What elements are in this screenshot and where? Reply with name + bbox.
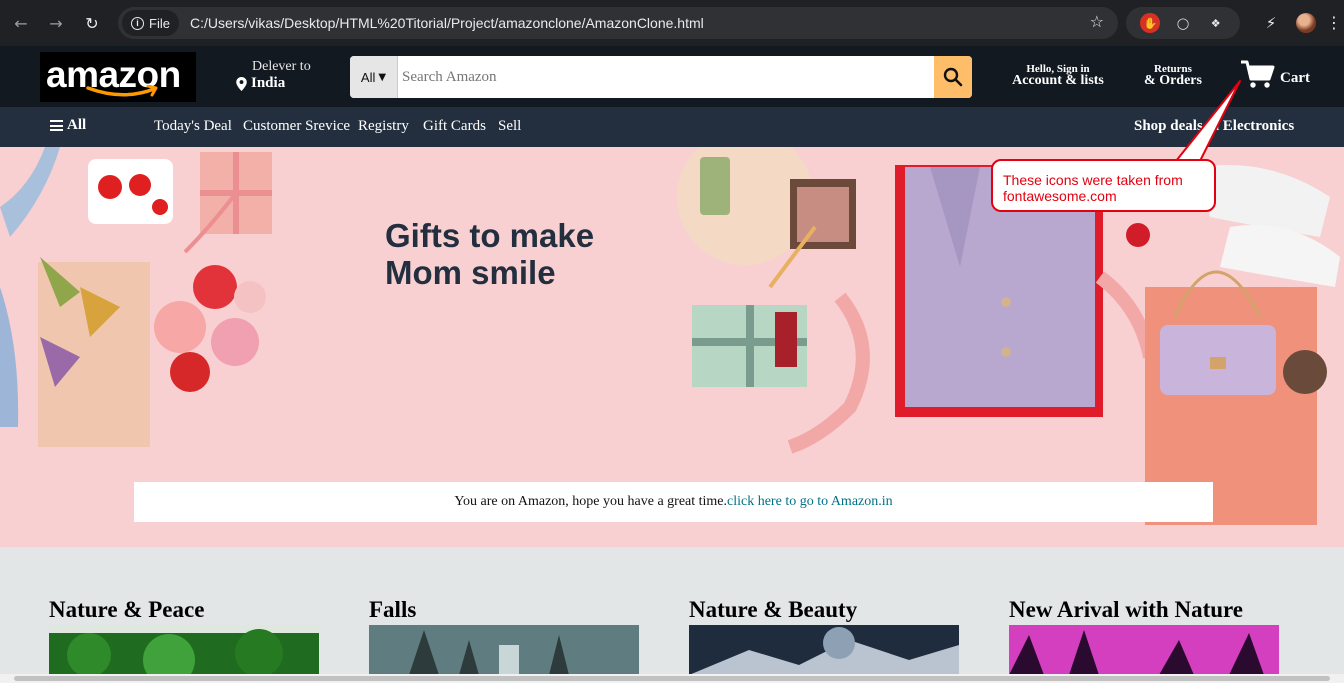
deliver-label: Delever to (252, 59, 311, 74)
card-title: New Arival with Nature (1009, 597, 1244, 622)
scrollbar-thumb[interactable] (14, 676, 1330, 681)
shoe-shape (0, 147, 60, 237)
address-bar[interactable]: i File C:/Users/vikas/Desktop/HTML%20Tit… (118, 7, 1118, 39)
bookmark-star-icon[interactable]: ☆ (1090, 12, 1104, 31)
hamburger-icon (50, 120, 63, 131)
site-info-chip[interactable]: i File (122, 10, 179, 36)
performance-icon[interactable]: ⚡ (1260, 12, 1282, 34)
horizontal-scrollbar[interactable] (0, 674, 1344, 683)
nav-link-registry[interactable]: Registry (358, 118, 409, 135)
reload-icon[interactable]: ↻ (80, 11, 104, 35)
card-image-forest[interactable] (49, 625, 319, 675)
search-button[interactable] (934, 56, 972, 98)
back-arrow-icon[interactable]: ← (9, 11, 33, 35)
card-nature-beauty[interactable]: Nature & Beauty (689, 597, 959, 675)
menu-dots-icon[interactable]: ⋮ (1326, 13, 1342, 32)
card-nature-peace[interactable]: Nature & Peace (49, 597, 319, 675)
puzzle-extensions-icon[interactable]: ❖ (1206, 13, 1226, 33)
sub-navigation: All Today's Deal Customer Srevice Regist… (0, 107, 1344, 147)
amazon-logo[interactable]: amazon (40, 52, 196, 102)
search-bar: All ▼ (350, 56, 972, 98)
nav-link-todays-deal[interactable]: Today's Deal (154, 118, 232, 135)
card-title: Nature & Beauty (689, 597, 858, 622)
callout-pointer (1175, 80, 1241, 162)
map-pin-icon (236, 76, 247, 91)
cart-label: Cart (1280, 70, 1310, 86)
account-lists-label: Account & lists (1012, 73, 1104, 88)
all-label: All (67, 117, 87, 133)
notice-bar: You are on Amazon, hope you have a great… (134, 482, 1213, 522)
deliver-to-location[interactable]: Delever to India (236, 59, 311, 92)
all-menu-button[interactable]: All (50, 117, 86, 134)
forward-arrow-icon[interactable]: → (44, 11, 68, 35)
file-label: File (149, 15, 170, 31)
search-input[interactable] (398, 56, 934, 98)
nav-link-customer-service[interactable]: Customer Srevice (243, 118, 350, 135)
search-category-select[interactable]: All ▼ (350, 56, 398, 98)
hero-title: Gifts to make Mom smile (385, 217, 595, 291)
browser-toolbar: ← → ↻ i File C:/Users/vikas/Desktop/HTML… (0, 0, 1344, 46)
card-image-pink-sky[interactable] (1009, 625, 1279, 675)
extensions-group: ✋ ◯ ❖ (1126, 7, 1240, 39)
annotation-callout: These icons were taken from fontawesome.… (991, 159, 1216, 212)
adblock-extension-icon[interactable]: ✋ (1140, 13, 1161, 33)
nav-link-sell[interactable]: Sell (498, 118, 521, 135)
logo-smile-icon (86, 85, 158, 97)
card-new-arrival[interactable]: New Arival with Nature (1009, 597, 1279, 675)
lightbulb-extension-icon[interactable]: ◯ (1173, 13, 1193, 33)
card-falls[interactable]: Falls (369, 597, 639, 675)
deliver-country: India (251, 75, 286, 91)
account-menu[interactable]: Hello, Sign in Account & lists (1012, 63, 1104, 89)
card-title: Falls (369, 597, 417, 622)
category-cards-section: Nature & Peace Falls Nature & Beauty New… (0, 547, 1344, 683)
card-title: Nature & Peace (49, 597, 205, 622)
info-icon: i (131, 16, 144, 30)
search-icon (943, 67, 963, 87)
site-header: amazon Delever to India All ▼ Search Ama… (0, 46, 1344, 107)
amazon-in-link[interactable]: click here to go to Amazon.in (727, 494, 893, 510)
card-image-mountains[interactable] (689, 625, 959, 675)
chevron-down-icon: ▼ (378, 71, 387, 83)
card-image-falls[interactable] (369, 625, 639, 675)
notice-text: You are on Amazon, hope you have a great… (454, 494, 728, 509)
nav-link-gift-cards[interactable]: Gift Cards (423, 118, 486, 135)
url-text[interactable]: C:/Users/vikas/Desktop/HTML%20Titorial/P… (190, 15, 704, 31)
search-category-value: All (360, 69, 376, 85)
profile-avatar[interactable] (1296, 13, 1316, 33)
